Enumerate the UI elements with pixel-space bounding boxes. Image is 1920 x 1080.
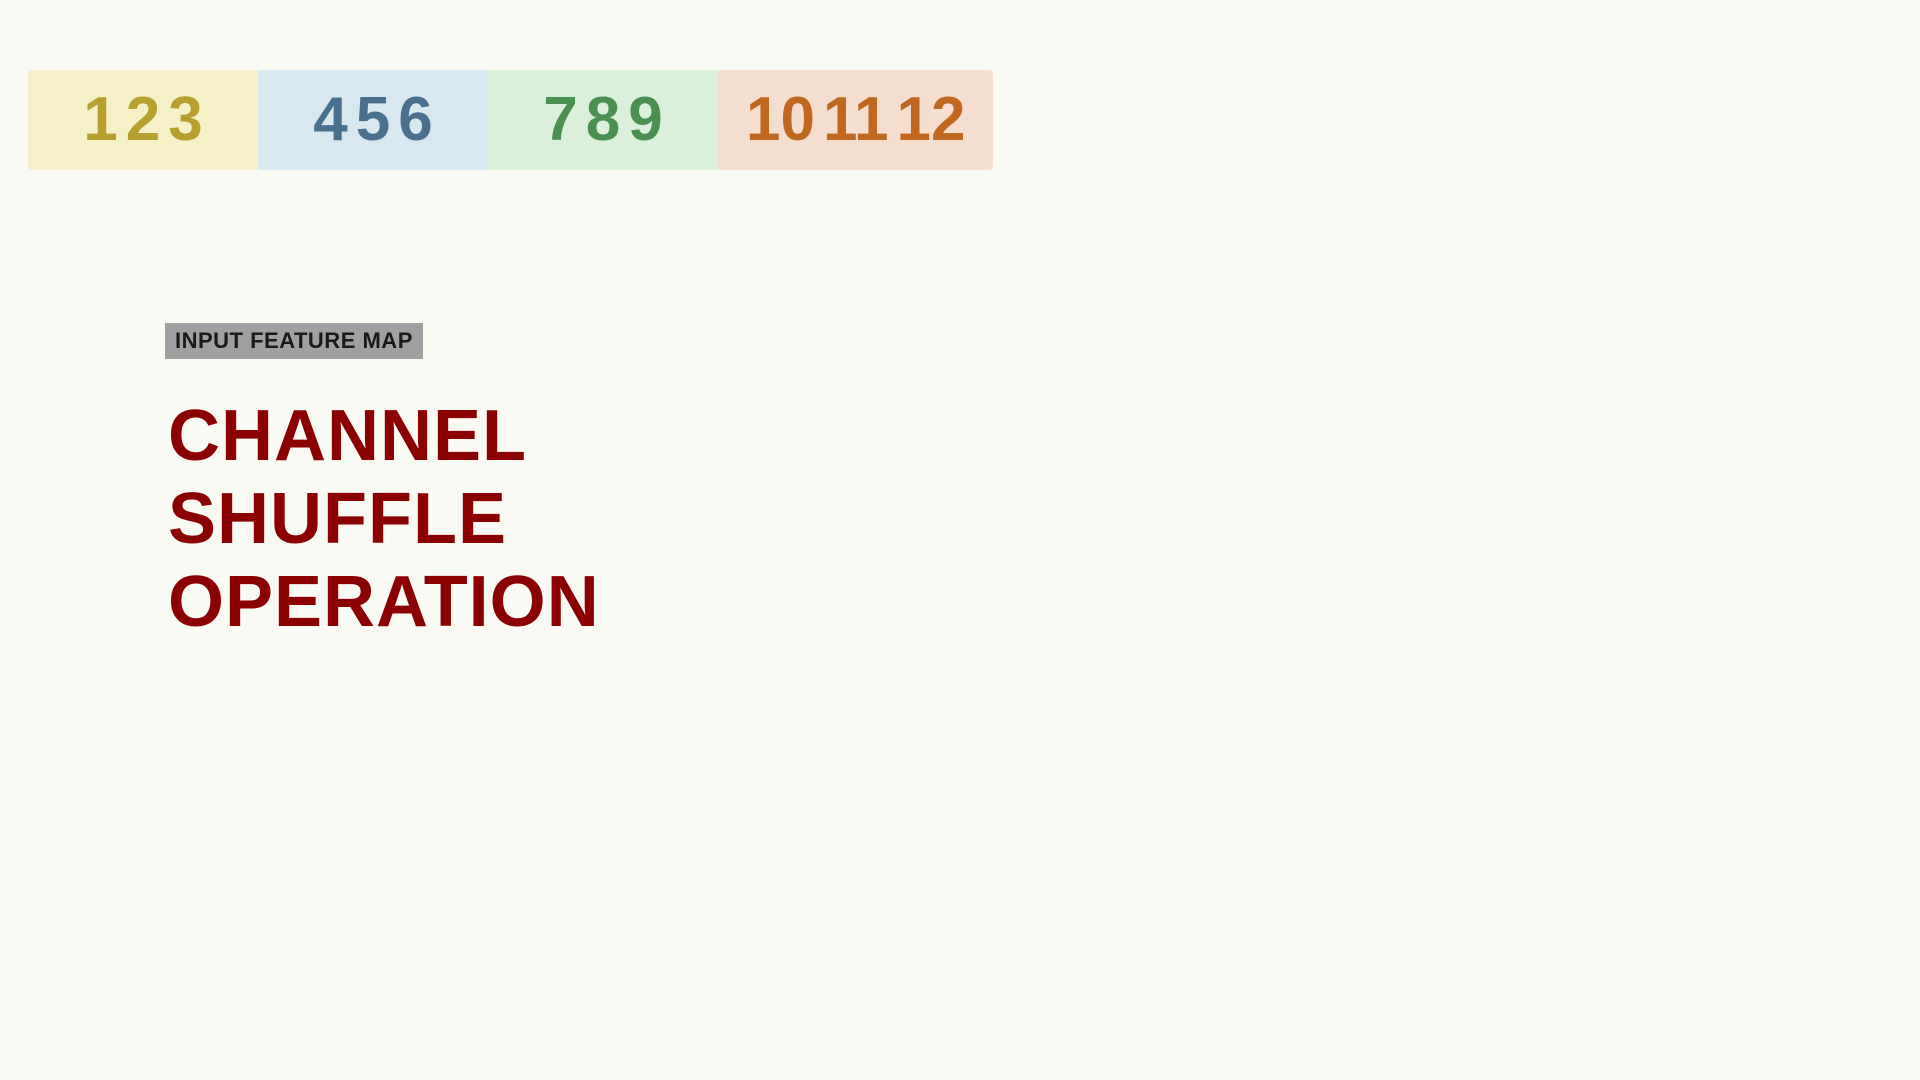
channel-num-4: 4 <box>313 89 347 151</box>
channel-num-9: 9 <box>628 89 662 151</box>
channel-num-12: 12 <box>897 89 966 151</box>
channel-num-3: 3 <box>168 89 202 151</box>
channel-num-2: 2 <box>126 89 160 151</box>
channel-num-5: 5 <box>356 89 390 151</box>
channel-shuffle-line2: SHUFFLE <box>168 478 600 561</box>
channel-shuffle-line3: OPERATION <box>168 561 600 644</box>
channel-group-2: 4 5 6 <box>258 70 488 170</box>
channel-group-3: 7 8 9 <box>488 70 718 170</box>
channel-num-11: 11 <box>823 89 889 151</box>
channel-bar: 1 2 3 4 5 6 7 8 9 10 11 12 <box>28 70 993 170</box>
channel-group-1: 1 2 3 <box>28 70 258 170</box>
channel-num-8: 8 <box>586 89 620 151</box>
channel-num-10: 10 <box>746 89 815 151</box>
channel-shuffle-line1: CHANNEL <box>168 395 600 478</box>
channel-num-6: 6 <box>398 89 432 151</box>
channel-group-4: 10 11 12 <box>718 70 993 170</box>
channel-num-7: 7 <box>543 89 577 151</box>
input-feature-map-label: INPUT FEATURE MAP <box>165 323 423 359</box>
channel-shuffle-operation-text: CHANNEL SHUFFLE OPERATION <box>168 395 600 643</box>
channel-num-1: 1 <box>83 89 117 151</box>
